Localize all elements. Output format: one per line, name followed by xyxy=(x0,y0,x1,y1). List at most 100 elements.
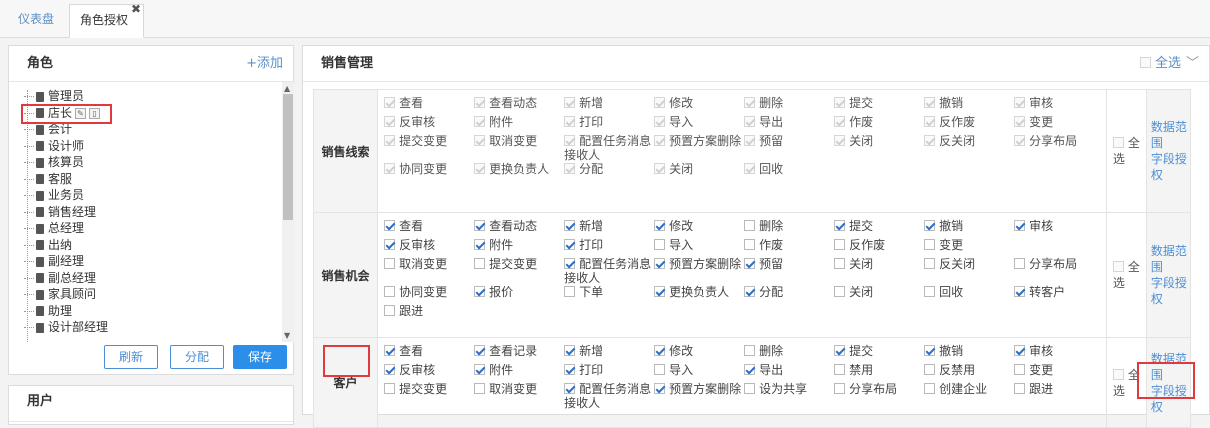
permission-checkbox[interactable]: 预留 xyxy=(744,257,783,271)
scroll-thumb[interactable] xyxy=(283,94,293,220)
permission-checkbox[interactable]: 撤销 xyxy=(924,344,963,358)
add-role-button[interactable]: +添加 xyxy=(246,46,283,82)
permission-checkbox[interactable]: 反作废 xyxy=(834,238,885,252)
field-auth-link[interactable]: 字段授权 xyxy=(1151,151,1190,183)
permission-checkbox[interactable]: 打印 xyxy=(564,363,603,377)
permission-checkbox[interactable]: 分配 xyxy=(744,285,783,299)
permission-checkbox[interactable]: 打印 xyxy=(564,238,603,252)
permission-checkbox[interactable]: 关闭 xyxy=(834,134,873,148)
permission-checkbox[interactable]: 新增 xyxy=(564,344,603,358)
permission-checkbox[interactable]: 反禁用 xyxy=(924,363,975,377)
row-select-all[interactable]: 全选 xyxy=(1105,212,1147,338)
role-tree-item[interactable]: 副经理 xyxy=(24,253,84,269)
permission-checkbox[interactable]: 导入 xyxy=(654,238,693,252)
role-tree-item[interactable]: 副总经理 xyxy=(24,270,96,286)
permission-checkbox[interactable]: 关闭 xyxy=(834,285,873,299)
permission-checkbox[interactable]: 查看 xyxy=(384,96,423,110)
tree-scrollbar[interactable]: ▲ ▼ xyxy=(282,82,294,342)
permission-checkbox[interactable]: 报价 xyxy=(474,285,513,299)
permission-checkbox[interactable]: 变更 xyxy=(924,238,963,252)
permission-checkbox[interactable]: 配置任务消息接收人 xyxy=(564,134,654,162)
permission-checkbox[interactable]: 取消变更 xyxy=(384,257,447,271)
permission-checkbox[interactable]: 下单 xyxy=(564,285,603,299)
permission-checkbox[interactable]: 撤销 xyxy=(924,219,963,233)
permission-checkbox[interactable]: 取消变更 xyxy=(474,382,537,396)
permission-checkbox[interactable]: 跟进 xyxy=(1014,382,1053,396)
permission-checkbox[interactable]: 作废 xyxy=(834,115,873,129)
role-tree-item[interactable]: 总经理 xyxy=(24,220,84,236)
save-button[interactable]: 保存 xyxy=(233,345,288,369)
permission-checkbox[interactable]: 预置方案删除 xyxy=(654,382,741,396)
permission-checkbox[interactable]: 提交 xyxy=(834,96,873,110)
permission-checkbox[interactable]: 设为共享 xyxy=(744,382,807,396)
permission-checkbox[interactable]: 查看记录 xyxy=(474,344,537,358)
tab-dashboard[interactable]: 仪表盘 xyxy=(8,4,64,38)
select-all-checkbox[interactable]: 全选 xyxy=(1139,46,1181,82)
permission-checkbox[interactable]: 审核 xyxy=(1014,344,1053,358)
tab-role-auth[interactable]: 角色授权 ✖ xyxy=(69,3,144,38)
permission-checkbox[interactable]: 附件 xyxy=(474,238,513,252)
permission-checkbox[interactable]: 提交变更 xyxy=(384,382,447,396)
permission-checkbox[interactable]: 新增 xyxy=(564,96,603,110)
permission-checkbox[interactable]: 变更 xyxy=(1014,115,1053,129)
permission-checkbox[interactable]: 审核 xyxy=(1014,96,1053,110)
role-tree-item[interactable]: 业务员 xyxy=(24,187,84,203)
permission-checkbox[interactable]: 关闭 xyxy=(834,257,873,271)
permission-checkbox[interactable]: 附件 xyxy=(474,363,513,377)
permission-checkbox[interactable]: 查看动态 xyxy=(474,219,537,233)
permission-checkbox[interactable]: 提交变更 xyxy=(384,134,447,148)
permission-checkbox[interactable]: 附件 xyxy=(474,115,513,129)
permission-checkbox[interactable]: 删除 xyxy=(744,219,783,233)
permission-checkbox[interactable]: 打印 xyxy=(564,115,603,129)
role-tree-item[interactable]: 出纳 xyxy=(24,237,72,253)
permission-checkbox[interactable]: 导出 xyxy=(744,115,783,129)
permission-checkbox[interactable]: 导入 xyxy=(654,363,693,377)
permission-checkbox[interactable]: 删除 xyxy=(744,96,783,110)
permission-checkbox[interactable]: 分享布局 xyxy=(1014,134,1077,148)
role-tree-item[interactable]: 客服 xyxy=(24,171,72,187)
permission-checkbox[interactable]: 修改 xyxy=(654,96,693,110)
permission-checkbox[interactable]: 协同变更 xyxy=(384,285,447,299)
field-auth-link[interactable]: 字段授权 xyxy=(1151,275,1190,307)
permission-checkbox[interactable]: 协同变更 xyxy=(384,162,447,176)
permission-checkbox[interactable]: 查看 xyxy=(384,219,423,233)
permission-checkbox[interactable]: 创建企业 xyxy=(924,382,987,396)
refresh-button[interactable]: 刷新 xyxy=(104,345,159,369)
permission-checkbox[interactable]: 提交 xyxy=(834,219,873,233)
scroll-down-icon[interactable]: ▼ xyxy=(284,331,290,340)
permission-checkbox[interactable]: 新增 xyxy=(564,219,603,233)
permission-checkbox[interactable]: 提交变更 xyxy=(474,257,537,271)
data-scope-link[interactable]: 数据范围 xyxy=(1151,243,1190,275)
role-tree-item[interactable]: 管理员 xyxy=(24,88,84,104)
permission-checkbox[interactable]: 查看 xyxy=(384,344,423,358)
permission-checkbox[interactable]: 修改 xyxy=(654,219,693,233)
permission-checkbox[interactable]: 导入 xyxy=(654,115,693,129)
data-scope-link[interactable]: 数据范围 xyxy=(1151,119,1190,151)
permission-checkbox[interactable]: 回收 xyxy=(924,285,963,299)
permission-checkbox[interactable]: 提交 xyxy=(834,344,873,358)
permission-checkbox[interactable]: 审核 xyxy=(1014,219,1053,233)
permission-checkbox[interactable]: 查看动态 xyxy=(474,96,537,110)
permission-checkbox[interactable]: 预留 xyxy=(744,134,783,148)
permission-checkbox[interactable]: 分享布局 xyxy=(1014,257,1077,271)
permission-checkbox[interactable]: 变更 xyxy=(1014,363,1053,377)
permission-checkbox[interactable]: 跟进 xyxy=(384,304,423,318)
chevron-down-icon[interactable]: ﹀ xyxy=(1186,46,1199,82)
permission-checkbox[interactable]: 反关闭 xyxy=(924,134,975,148)
scroll-up-icon[interactable]: ▲ xyxy=(284,84,290,93)
permission-checkbox[interactable]: 反审核 xyxy=(384,238,435,252)
permission-checkbox[interactable]: 预置方案删除 xyxy=(654,257,741,271)
permission-checkbox[interactable]: 反作废 xyxy=(924,115,975,129)
permission-checkbox[interactable]: 预置方案删除 xyxy=(654,134,741,148)
permission-checkbox[interactable]: 回收 xyxy=(744,162,783,176)
permission-checkbox[interactable]: 分配 xyxy=(564,162,603,176)
role-tree-item[interactable]: 设计师 xyxy=(24,138,84,154)
permission-checkbox[interactable]: 修改 xyxy=(654,344,693,358)
permission-checkbox[interactable]: 取消变更 xyxy=(474,134,537,148)
permission-checkbox[interactable]: 反审核 xyxy=(384,363,435,377)
permission-checkbox[interactable]: 转客户 xyxy=(1014,285,1065,299)
permission-checkbox[interactable]: 作废 xyxy=(744,238,783,252)
row-select-all[interactable]: 全选 xyxy=(1105,89,1147,213)
role-tree-item[interactable]: 助理 xyxy=(24,303,72,319)
role-tree-item[interactable]: 家具顾问 xyxy=(24,286,96,302)
